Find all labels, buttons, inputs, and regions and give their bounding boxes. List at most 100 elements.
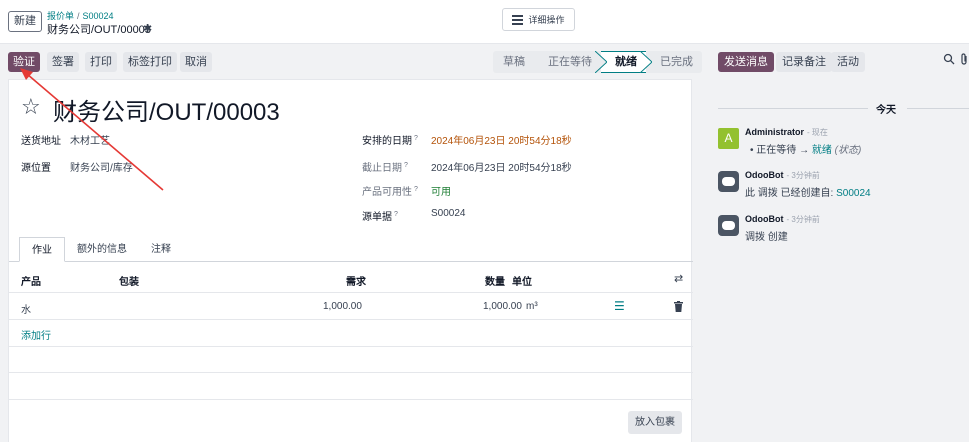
help-icon[interactable]: ?: [404, 162, 408, 169]
message-author: OdooBot - 3分钟前: [745, 170, 820, 181]
stage-ready[interactable]: 就绪: [601, 51, 652, 73]
new-button[interactable]: 新建: [8, 11, 42, 32]
action-menu-button[interactable]: 详细操作: [502, 8, 575, 31]
tab-note[interactable]: 注释: [139, 237, 183, 262]
source-location-label: 源位置: [21, 163, 51, 174]
message-time: - 3分钟前: [786, 171, 820, 180]
hamburger-icon: [512, 14, 524, 25]
row-demand[interactable]: 1,000.00: [323, 301, 362, 312]
column-product[interactable]: 产品: [21, 273, 41, 288]
add-line-link[interactable]: 添加行: [21, 327, 51, 342]
stage-ready-label: 就绪: [615, 56, 637, 68]
stage-done-label: 已完成: [660, 56, 693, 68]
activities-button[interactable]: 活动: [831, 52, 865, 72]
tab-extra-info[interactable]: 额外的信息: [65, 237, 139, 262]
message-author: OdooBot - 3分钟前: [745, 214, 820, 225]
gear-icon[interactable]: ✱: [143, 22, 152, 35]
column-quantity[interactable]: 数量: [485, 273, 505, 288]
chevron-right-icon: [640, 51, 652, 73]
tracking-field-name: (状态): [834, 145, 862, 156]
source-order-link[interactable]: S00024: [836, 188, 870, 199]
date-separator-label: 今天: [876, 105, 896, 116]
stage-pipeline: 草稿 正在等待 就绪 已完成: [493, 51, 702, 73]
author-name[interactable]: Administrator: [745, 127, 804, 137]
print-button[interactable]: 打印: [85, 52, 117, 72]
source-document-value[interactable]: S00024: [431, 208, 465, 219]
author-name[interactable]: OdooBot: [745, 214, 784, 224]
search-icon[interactable]: [943, 53, 955, 65]
source-document-label-text: 源单据: [362, 212, 392, 223]
avatar[interactable]: A: [718, 128, 739, 149]
chatter-panel: 发送消息 记录备注 活动 今天 A Administrator - 现在 • 正在…: [702, 45, 969, 442]
row-uom: m³: [526, 301, 538, 312]
scheduled-date-label-text: 安排的日期: [362, 136, 412, 147]
help-icon[interactable]: ?: [414, 186, 418, 193]
star-icon[interactable]: ☆: [21, 94, 41, 120]
message-author: Administrator - 现在: [745, 127, 828, 138]
validate-button[interactable]: 验证: [8, 52, 40, 72]
form-sheet: ☆ 财务公司/OUT/00003 送货地址 木材工艺 源位置 财务公司/库存 安…: [8, 79, 693, 442]
send-message-button[interactable]: 发送消息: [718, 52, 774, 72]
tracking-value: • 正在等待 → 就绪 (状态): [750, 141, 861, 156]
stage-draft-label: 草稿: [503, 56, 525, 68]
author-name[interactable]: OdooBot: [745, 170, 784, 180]
row-quantity[interactable]: 1,000.00: [483, 301, 522, 312]
action-menu-label: 详细操作: [528, 15, 565, 25]
put-in-pack-button[interactable]: 放入包裹: [628, 411, 682, 434]
message-time: - 3分钟前: [786, 215, 820, 224]
stage-waiting[interactable]: 正在等待: [534, 51, 607, 73]
scheduled-date-label: 安排的日期?: [362, 132, 418, 147]
breadcrumb-ref-link[interactable]: S00024: [83, 11, 114, 21]
tab-operations[interactable]: 作业: [19, 237, 65, 262]
arrow-right-icon: →: [799, 145, 810, 156]
log-note-button[interactable]: 记录备注: [776, 52, 832, 72]
row-divider: [9, 399, 693, 400]
row-divider: [9, 346, 693, 347]
row-product[interactable]: 水: [21, 301, 31, 316]
tracking-new-value: 就绪: [811, 145, 832, 156]
print-labels-button[interactable]: 标签打印: [123, 52, 177, 72]
optional-columns-icon[interactable]: ⇄: [674, 272, 683, 285]
message-body: 此 调拨 已经创建自: S00024: [745, 184, 871, 199]
header-divider: [9, 292, 693, 293]
column-uom[interactable]: 单位: [512, 273, 532, 288]
stage-done[interactable]: 已完成: [646, 51, 702, 73]
partner-label: 送货地址: [21, 136, 61, 147]
breadcrumb-separator: /: [77, 11, 80, 21]
column-demand[interactable]: 需求: [346, 273, 366, 288]
message-body: 调拨 创建: [745, 232, 788, 243]
chevron-right-icon: [595, 51, 607, 73]
source-location-value[interactable]: 财务公司/库存: [70, 159, 133, 174]
stage-draft[interactable]: 草稿: [493, 51, 534, 73]
details-list-icon[interactable]: ☰: [614, 299, 625, 313]
sign-button[interactable]: 签署: [47, 52, 79, 72]
stage-waiting-label: 正在等待: [548, 56, 592, 68]
column-packaging[interactable]: 包装: [119, 273, 139, 288]
help-icon[interactable]: ?: [414, 135, 418, 142]
odoobot-avatar[interactable]: [718, 215, 739, 236]
help-icon[interactable]: ?: [394, 211, 398, 218]
deadline-label: 截止日期?: [362, 159, 408, 174]
row-divider: [9, 319, 693, 320]
breadcrumb-parent-link[interactable]: 报价单: [47, 11, 74, 21]
partner-value[interactable]: 木材工艺: [70, 132, 110, 147]
cancel-button[interactable]: 取消: [180, 52, 212, 72]
notebook-tabs: 作业 额外的信息 注释: [19, 237, 183, 262]
source-document-label: 源单据?: [362, 208, 398, 223]
form-statusbar: 验证 签署 打印 标签打印 取消 草稿 正在等待 就绪 已完成: [0, 45, 702, 78]
availability-label-text: 产品可用性: [362, 187, 412, 198]
odoobot-avatar[interactable]: [718, 171, 739, 192]
availability-value: 可用: [431, 187, 451, 198]
row-divider: [9, 372, 693, 373]
breadcrumb-current: 财务公司/OUT/00003: [47, 24, 151, 36]
message-time: - 现在: [807, 128, 828, 137]
trash-icon[interactable]: [674, 301, 683, 312]
deadline-value: 2024年06月23日 20时54分18秒: [431, 163, 572, 174]
paperclip-icon[interactable]: [959, 53, 969, 65]
date-divider: [907, 108, 969, 109]
tracking-old-value: 正在等待: [756, 145, 797, 156]
deadline-label-text: 截止日期: [362, 163, 402, 174]
control-panel: 新建 报价单 / S00024 财务公司/OUT/00003 ✱ 详细操作: [0, 0, 969, 44]
scheduled-date-value[interactable]: 2024年06月23日 20时54分18秒: [431, 132, 572, 147]
availability-label: 产品可用性?: [362, 183, 418, 198]
